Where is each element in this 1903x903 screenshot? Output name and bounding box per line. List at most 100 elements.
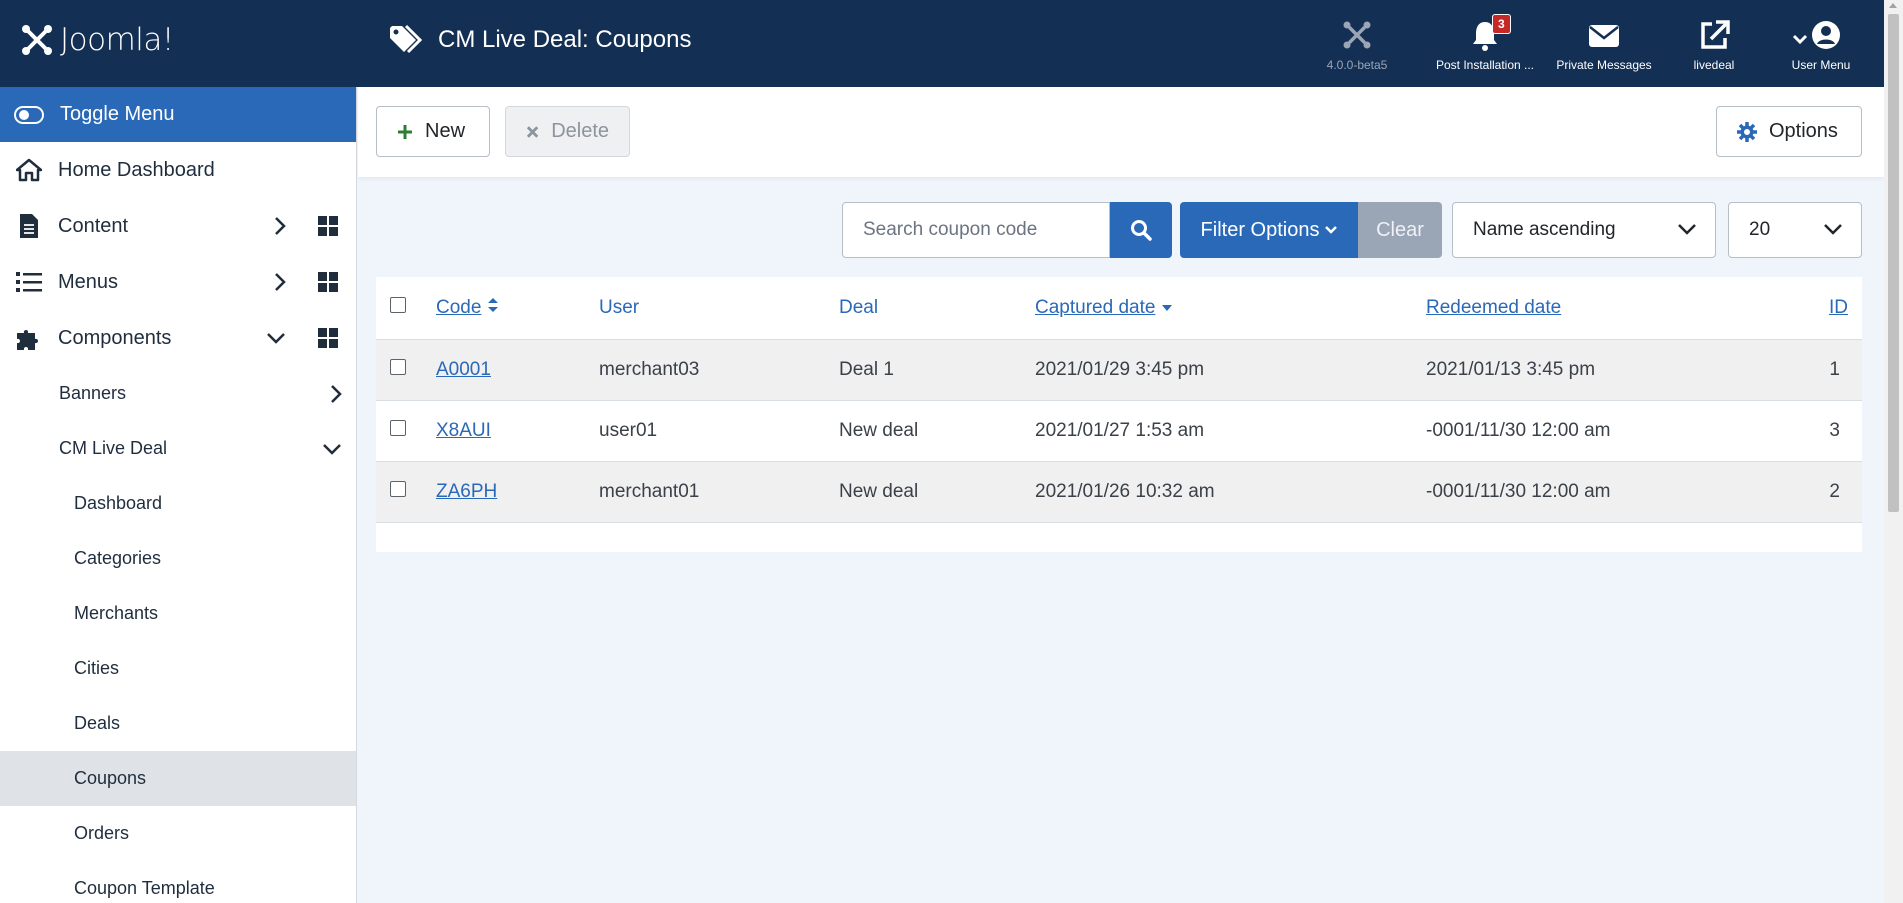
dashboard-grid-icon[interactable] — [318, 328, 338, 348]
redeemed-date-cell: 2021/01/13 3:45 pm — [1426, 339, 1829, 401]
sidebar-item-label: Home Dashboard — [58, 158, 215, 181]
chevron-down-icon — [1678, 224, 1696, 235]
logo-text: Joomla! — [60, 22, 174, 58]
row-select-cell — [376, 400, 436, 462]
sidebar-item-deals[interactable]: Deals — [0, 696, 356, 751]
sidebar-item-components[interactable]: Components — [0, 310, 356, 366]
envelope-icon — [1589, 25, 1619, 47]
sidebar-item-label: Coupons — [74, 768, 147, 788]
chevron-down-icon — [267, 333, 285, 344]
sidebar-item-label: Categories — [74, 548, 162, 568]
toolbar: New Delete Options — [358, 87, 1884, 177]
version-label: 4.0.0-beta5 — [1326, 58, 1388, 72]
coupon-code-link[interactable]: A0001 — [436, 359, 491, 380]
redeemed-date-cell: -0001/11/30 12:00 am — [1426, 461, 1829, 523]
gear-icon — [1737, 121, 1757, 142]
column-deal: Deal — [839, 277, 1035, 340]
list-limit-select[interactable]: 20 — [1728, 202, 1862, 258]
sidebar-item-home-dashboard[interactable]: Home Dashboard — [0, 142, 356, 198]
sort-by-code-link[interactable]: Code — [436, 297, 481, 318]
sidebar-item-coupons[interactable]: Coupons — [0, 751, 356, 806]
tag-icon — [390, 24, 423, 54]
sidebar-item-orders[interactable]: Orders — [0, 806, 356, 861]
search-placeholder: Search coupon code — [863, 219, 1038, 240]
sidebar-item-categories[interactable]: Categories — [0, 531, 356, 586]
delete-button[interactable]: Delete — [505, 106, 630, 157]
toggle-menu[interactable]: Toggle Menu — [0, 87, 356, 142]
search-input[interactable]: Search coupon code — [842, 202, 1110, 258]
user-cell: user01 — [599, 400, 839, 462]
coupon-code-link[interactable]: ZA6PH — [436, 481, 497, 502]
options-button[interactable]: Options — [1716, 106, 1862, 157]
toggle-menu-label: Toggle Menu — [60, 103, 175, 125]
chevron-right-icon — [275, 273, 286, 291]
joomla-logo[interactable]: Joomla! — [20, 22, 174, 58]
filter-options-button[interactable]: Filter Options — [1180, 202, 1358, 258]
post-installation-link[interactable]: 3 Post Installation ... — [1430, 14, 1540, 72]
page-scrollbar[interactable] — [1884, 0, 1903, 903]
sort-by-redeemed-date-link[interactable]: Redeemed date — [1426, 297, 1561, 318]
id-cell: 3 — [1829, 400, 1862, 462]
sidebar-item-menus[interactable]: Menus — [0, 254, 356, 310]
user-menu[interactable]: User Menu — [1778, 18, 1864, 72]
sidebar-item-cm-live-deal[interactable]: CM Live Deal — [0, 421, 356, 476]
caret-down-icon[interactable] — [1161, 303, 1173, 313]
deal-cell: New deal — [839, 400, 1035, 462]
row-checkbox[interactable] — [390, 419, 406, 436]
column-captured-date: Captured date — [1035, 277, 1426, 340]
user-cell: merchant01 — [599, 461, 839, 523]
delete-button-label: Delete — [551, 120, 609, 142]
user-cell: merchant03 — [599, 339, 839, 401]
sort-icon[interactable] — [487, 297, 499, 313]
sort-value: Name ascending — [1473, 219, 1616, 240]
sidebar-item-banners[interactable]: Banners — [0, 366, 356, 421]
scroll-up-arrow-icon[interactable] — [1889, 3, 1897, 8]
scrollbar-thumb[interactable] — [1888, 14, 1899, 512]
joomla-icon — [22, 25, 52, 55]
clear-button[interactable]: Clear — [1358, 202, 1442, 258]
sidebar-item-label: CM Live Deal — [59, 438, 168, 458]
caret-down-icon — [1325, 226, 1338, 234]
select-all-checkbox[interactable] — [390, 296, 406, 313]
post-install-label: Post Installation ... — [1435, 58, 1535, 72]
captured-date-cell: 2021/01/27 1:53 am — [1035, 400, 1426, 462]
dashboard-grid-icon[interactable] — [318, 216, 338, 236]
row-checkbox[interactable] — [390, 358, 406, 375]
sidebar-item-coupon-template[interactable]: Coupon Template — [0, 861, 356, 903]
sidebar-item-cities[interactable]: Cities — [0, 641, 356, 696]
sort-by-captured-date-link[interactable]: Captured date — [1035, 297, 1155, 318]
private-messages-link[interactable]: Private Messages — [1552, 18, 1656, 72]
user-circle-icon — [1792, 21, 1840, 49]
row-select-cell — [376, 339, 436, 401]
coupons-table: Code User Deal Captured date Redeemed da… — [376, 277, 1862, 552]
version-link[interactable]: 4.0.0-beta5 — [1322, 18, 1392, 72]
code-cell: X8AUI — [436, 400, 599, 462]
page-title: CM Live Deal: Coupons — [438, 26, 692, 53]
site-label: livedeal — [1693, 58, 1735, 72]
sidebar-item-label: Components — [58, 326, 172, 349]
sidebar-item-content[interactable]: Content — [0, 198, 356, 254]
row-select-cell — [376, 461, 436, 523]
chevron-down-icon — [323, 443, 341, 455]
dashboard-grid-icon[interactable] — [318, 272, 338, 292]
chevron-down-icon — [1824, 224, 1842, 235]
sidebar-item-label: Dashboard — [74, 493, 163, 513]
sidebar-item-dashboard[interactable]: Dashboard — [0, 476, 356, 531]
sidebar-item-label: Coupon Template — [74, 878, 215, 898]
close-icon — [526, 125, 539, 138]
sort-select[interactable]: Name ascending — [1452, 202, 1716, 258]
sidebar-item-merchants[interactable]: Merchants — [0, 586, 356, 641]
id-cell: 1 — [1829, 339, 1862, 401]
sort-by-id-link[interactable]: ID — [1829, 297, 1848, 318]
row-checkbox[interactable] — [390, 480, 406, 497]
deal-header: Deal — [839, 296, 879, 318]
coupon-code-link[interactable]: X8AUI — [436, 420, 491, 441]
page-heading: CM Live Deal: Coupons — [388, 24, 691, 56]
search-button[interactable] — [1110, 202, 1172, 258]
chevron-right-icon — [275, 217, 286, 235]
site-link[interactable]: livedeal — [1688, 18, 1740, 72]
list-icon — [14, 271, 44, 293]
new-button[interactable]: New — [376, 106, 490, 157]
column-redeemed-date: Redeemed date — [1426, 277, 1829, 340]
sidebar-item-label: Menus — [58, 270, 119, 293]
